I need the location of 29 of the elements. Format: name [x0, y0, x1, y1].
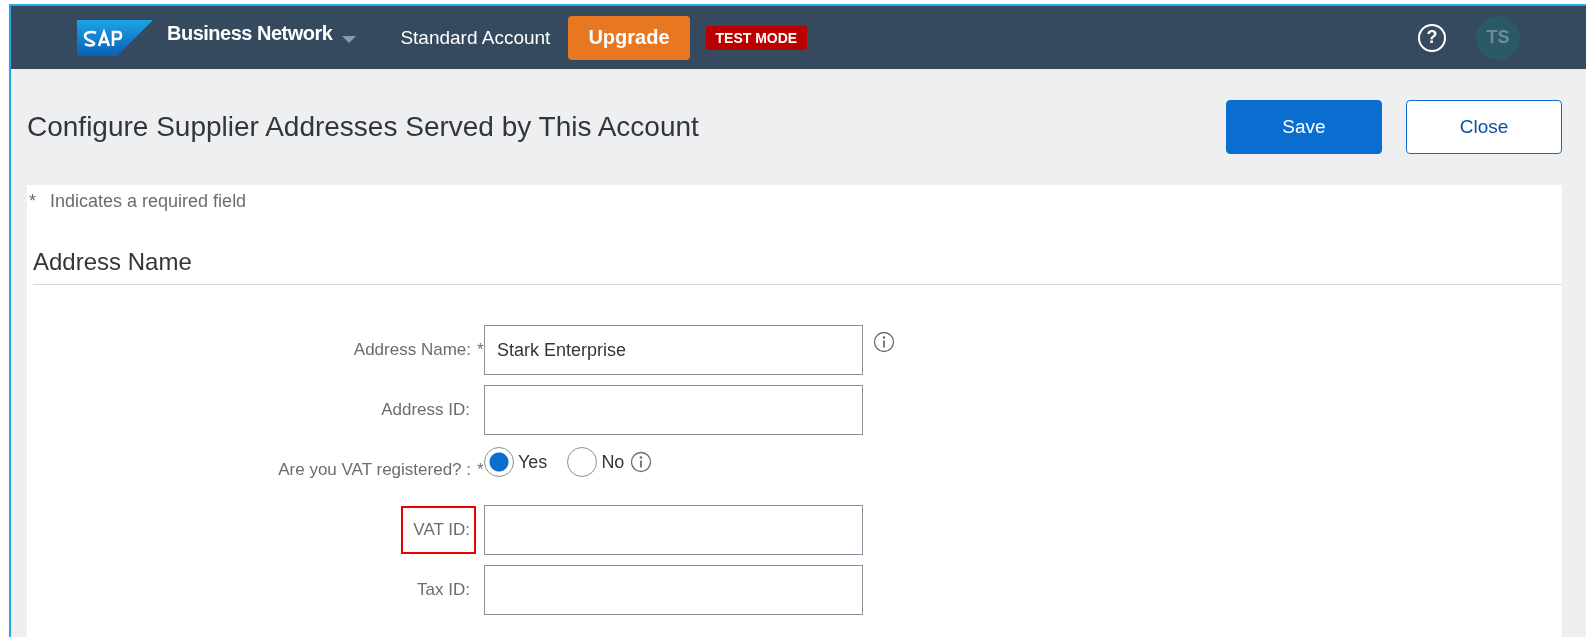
mode-badge: TEST MODE	[705, 25, 808, 50]
field-label: Tax ID:	[416, 579, 471, 601]
input-field[interactable]	[484, 505, 863, 555]
save-button[interactable]: Save	[1226, 100, 1382, 154]
help-button[interactable]: ?	[1418, 23, 1446, 52]
radio-button[interactable]	[567, 447, 598, 477]
radio-label: No	[601, 451, 625, 473]
radio-label: Yes	[518, 451, 548, 473]
required-mark: *	[477, 460, 485, 480]
input-field[interactable]	[484, 385, 863, 435]
logo-icon[interactable]	[77, 19, 153, 56]
required-mark: *	[29, 191, 36, 212]
highlighted-field-label: VAT ID:	[401, 506, 476, 554]
input-field[interactable]: Stark Enterprise	[484, 325, 863, 375]
section-title: Address Name	[33, 248, 1562, 285]
close-button[interactable]: Close	[1406, 100, 1562, 154]
required-note: Indicates a required field	[50, 191, 247, 212]
account-type: Standard Account	[400, 26, 551, 49]
required-mark: *	[477, 340, 485, 360]
product-menu[interactable]: Business Network	[167, 22, 357, 45]
input-field[interactable]	[484, 565, 863, 615]
field-label: Address ID:	[380, 399, 471, 421]
info-icon[interactable]	[630, 451, 653, 473]
caret-icon	[342, 35, 357, 44]
radio-button[interactable]	[484, 447, 514, 477]
page-title: Configure Supplier Addresses Served by This Account	[27, 111, 699, 143]
field-label: Are you VAT registered? :	[277, 459, 472, 481]
info-icon[interactable]	[873, 331, 895, 353]
field-label: Address Name:	[352, 339, 472, 361]
